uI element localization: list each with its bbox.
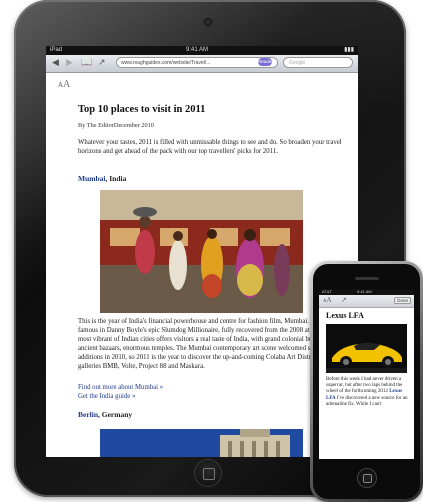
battery-icon: ▮▮▮ — [344, 47, 354, 53]
article-intro: Whatever your tastes, 2011 is filled wit… — [78, 139, 342, 155]
berlin-photo — [100, 429, 303, 457]
done-button[interactable]: Done — [394, 297, 411, 304]
share-icon[interactable]: ↗ — [98, 57, 106, 69]
india-guide-link[interactable]: Get the India guide » — [78, 392, 346, 401]
ipad-home-button[interactable] — [194, 459, 222, 487]
font-size-control[interactable]: ᴀA — [58, 79, 70, 90]
iphone-article-text: Before this week I had never driven a su… — [326, 377, 410, 408]
share-icon[interactable]: ↗ — [341, 296, 347, 304]
mumbai-link[interactable]: Find out more about Mumbai » — [78, 383, 346, 392]
iphone-reader-toolbar: ᴀA ↗ Done — [319, 295, 414, 308]
reader-button[interactable]: Reader — [258, 58, 273, 66]
ipad-status-bar: iPad 9:41 AM ▮▮▮ — [46, 46, 358, 55]
back-arrow-icon[interactable]: ◀ — [52, 57, 59, 69]
font-size-control[interactable]: ᴀA — [323, 296, 332, 304]
section-city[interactable]: Berlin — [78, 410, 98, 419]
article-byline: By The EditorDecember 2010 — [78, 122, 154, 129]
search-field[interactable]: Google — [283, 57, 353, 68]
article-text-after: I've discovered a new source for an adre… — [326, 395, 408, 407]
mumbai-photo — [100, 190, 303, 313]
section-country: , Germany — [98, 410, 133, 419]
carrier-label: iPad — [50, 47, 63, 53]
address-bar[interactable]: www.roughguides.com/website/Travel/... — [116, 57, 278, 68]
section-heading-mumbai: Mumbai, India — [78, 174, 346, 184]
ipad-camera — [205, 19, 211, 25]
iphone-screen: AT&T 9:41 AM ᴀA ↗ Done Lexus LFA Before … — [319, 289, 414, 459]
bookmarks-icon[interactable]: 📖 — [81, 57, 92, 69]
lexus-photo — [326, 324, 407, 373]
article-title: Top 10 places to visit in 2011 — [78, 104, 206, 115]
safari-toolbar: ◀ ▶ 📖 ↗ www.roughguides.com/website/Trav… — [46, 55, 358, 73]
section-city[interactable]: Mumbai — [78, 174, 106, 183]
forward-arrow-icon[interactable]: ▶ — [66, 57, 73, 69]
article-body: This is the year of India's financial po… — [78, 318, 346, 370]
section-heading-berlin: Berlin, Germany — [78, 410, 346, 420]
iphone-home-button[interactable] — [357, 468, 377, 488]
clock: 9:41 AM — [186, 47, 209, 53]
section-country: , India — [105, 174, 127, 183]
iphone-earpiece — [355, 277, 379, 280]
iphone-article-title: Lexus LFA — [326, 311, 364, 320]
